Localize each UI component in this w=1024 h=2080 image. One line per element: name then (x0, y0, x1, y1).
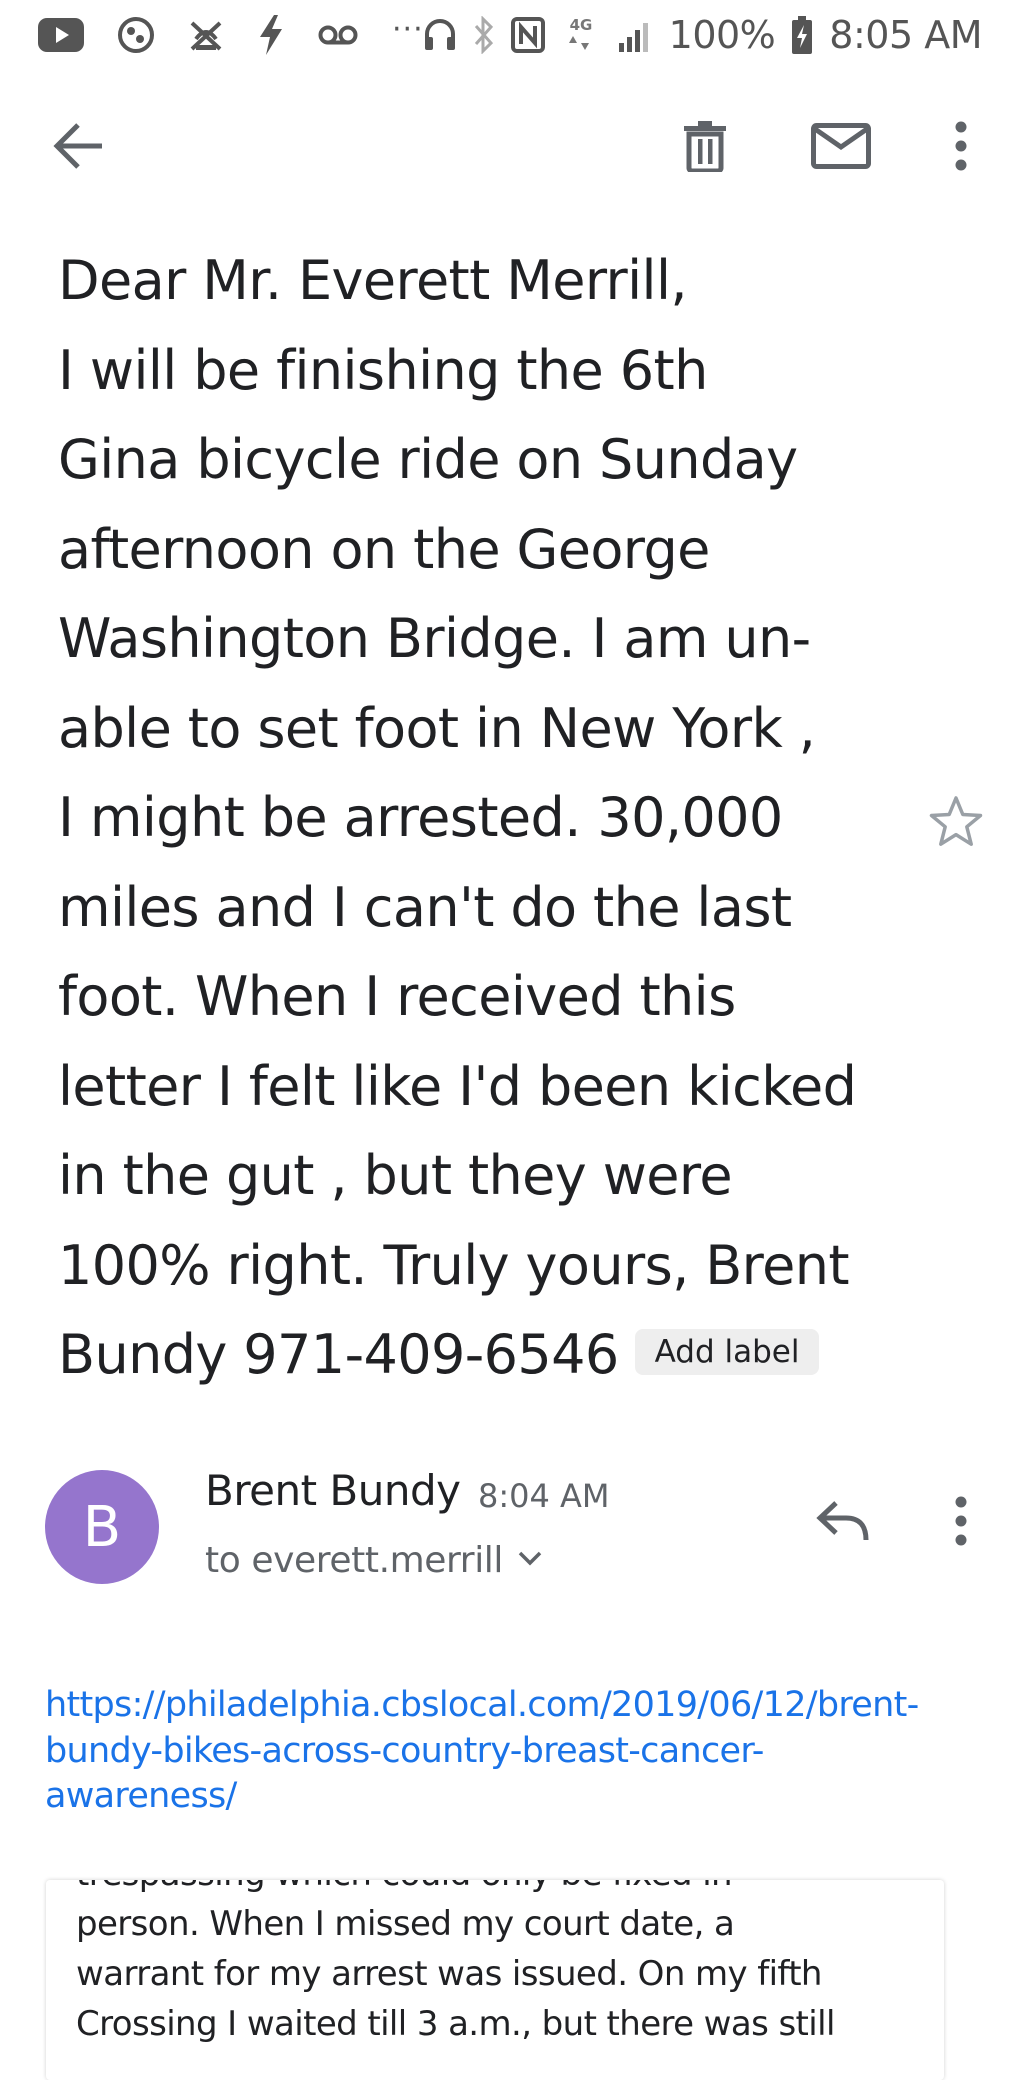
back-arrow-icon (52, 122, 104, 174)
bluetooth-icon (473, 16, 495, 54)
body-line: able to set foot in New York , (58, 696, 816, 760)
body-line-last: Bundy 971-409-6546 Add label (58, 1310, 958, 1400)
article-link[interactable]: https://philadelphia.cbslocal.com/2019/0… (45, 1683, 985, 1820)
delete-icon (683, 120, 727, 176)
alarm-off-icon (188, 17, 224, 53)
system-icons: 4G 100% 8:05 AM (423, 13, 982, 57)
chevron-down-icon (517, 1549, 543, 1571)
more-options-button[interactable] (913, 100, 1009, 196)
body-line: I will be finishing the 6th (58, 338, 708, 402)
quoted-text: trespassing which could only be fixed in… (76, 1880, 835, 2049)
body-line: afternoon on the George (58, 517, 710, 581)
body-line: Dear Mr. Everett Merrill, (58, 249, 688, 312)
mark-unread-icon (811, 123, 871, 173)
notification-icons: ··· (38, 11, 424, 56)
mark-unread-button[interactable] (793, 100, 889, 196)
recipient-details-toggle[interactable]: to everett.merrill (205, 1537, 543, 1583)
body-line: miles and I can't do the last (58, 875, 792, 939)
more-vert-icon (954, 121, 968, 175)
voicemail-icon (318, 23, 358, 47)
body-line-text: Bundy 971-409-6546 (58, 1323, 619, 1386)
add-label-button[interactable]: Add label (634, 1329, 820, 1376)
status-bar: ··· 4G 100% 8:05 AM (0, 0, 1024, 70)
avatar[interactable]: B (45, 1470, 159, 1584)
body-line: 100% right. Truly yours, Brent (58, 1233, 850, 1297)
more-notifications-icon: ··· (392, 11, 424, 47)
battery-icon (791, 16, 813, 54)
link-line: awareness/ (45, 1776, 237, 1816)
star-outline-icon (928, 795, 984, 853)
sports-icon (118, 17, 154, 53)
status-time: 8:05 AM (829, 13, 982, 57)
link-line: https://philadelphia.cbslocal.com/2019/0… (45, 1685, 919, 1725)
nfc-icon (510, 17, 545, 53)
body-line: letter I felt like I'd been kicked (58, 1054, 857, 1118)
star-button[interactable] (918, 786, 994, 862)
delete-button[interactable] (657, 100, 753, 196)
headset-icon (423, 17, 457, 53)
body-line: Gina bicycle ride on Sunday (58, 428, 798, 491)
flash-icon (258, 15, 284, 55)
quoted-line: Crossing I waited till 3 a.m., but there… (76, 2004, 835, 2044)
body-line: foot. When I received this (58, 965, 736, 1028)
sender-time: 8:04 AM (478, 1477, 610, 1515)
quoted-preview-card[interactable]: trespassing which could only be fixed in… (46, 1880, 944, 2080)
network-label: 4G (569, 16, 592, 34)
link-line: bundy-bikes-across-country-breast-cancer… (45, 1730, 764, 1771)
message-more-button[interactable] (913, 1480, 1009, 1566)
quoted-line: person. When I missed my court date, a (76, 1904, 735, 1944)
quoted-line: warrant for my arrest was issued. On my … (76, 1954, 822, 1994)
battery-percent: 100% (668, 13, 776, 57)
youtube-icon (38, 18, 84, 52)
body-line: in the gut , but they were (58, 1144, 733, 1207)
reply-button[interactable] (800, 1480, 886, 1566)
sender-name: Brent Bundy (205, 1466, 461, 1515)
back-button[interactable] (30, 100, 126, 196)
signal-icon (617, 17, 653, 53)
message-body: Dear Mr. Everett Merrill, I will be fini… (58, 236, 958, 1400)
quoted-line: trespassing which could only be fixed in (76, 1880, 835, 1899)
recipient-text: to everett.merrill (205, 1539, 504, 1581)
reply-icon (816, 1500, 870, 1546)
more-vert-icon (954, 1496, 968, 1550)
toolbar (0, 100, 1024, 196)
body-line: Washington Bridge. I am un- (58, 607, 811, 670)
body-line: I might be arrested. 30,000 (58, 786, 783, 849)
network-4g-icon: 4G (561, 16, 601, 54)
